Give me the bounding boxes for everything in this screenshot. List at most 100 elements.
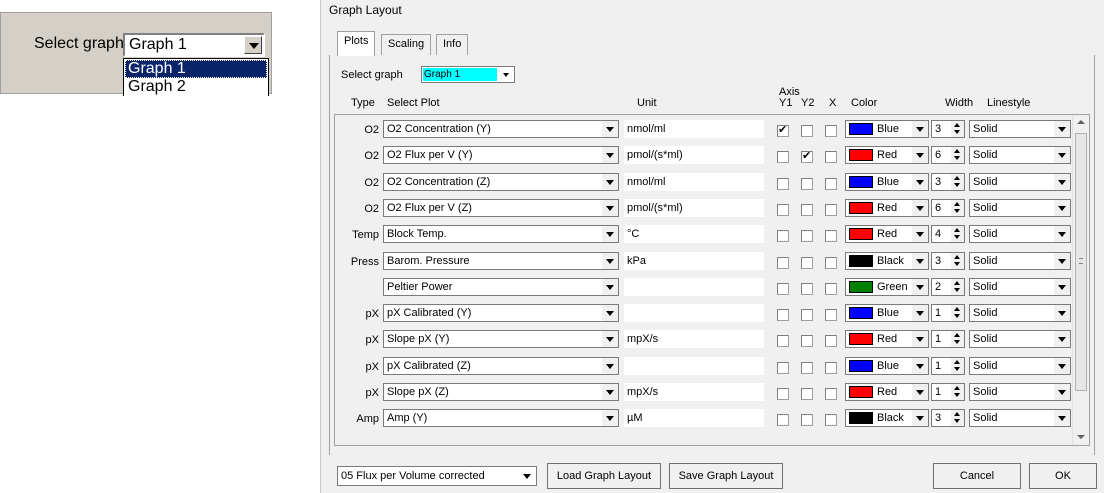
chevron-down-icon[interactable]: [602, 357, 618, 374]
axis-y1-checkbox[interactable]: [777, 151, 789, 164]
axis-x-checkbox[interactable]: [825, 361, 837, 374]
select-plot-dropdown[interactable]: Slope pX (Z): [383, 383, 619, 401]
chevron-down-icon[interactable]: [1054, 199, 1070, 216]
chevron-down-icon[interactable]: [1054, 278, 1070, 295]
axis-x-checkbox[interactable]: [825, 388, 837, 400]
ok-button[interactable]: OK: [1029, 463, 1097, 489]
select-graph-dropdown[interactable]: Graph 1: [123, 33, 265, 57]
chevron-down-icon[interactable]: [912, 173, 928, 190]
axis-y2-checkbox[interactable]: [801, 177, 813, 190]
axis-x-checkbox[interactable]: [825, 125, 837, 137]
chevron-down-icon[interactable]: [912, 252, 928, 269]
color-dropdown[interactable]: Red: [845, 146, 929, 165]
chevron-down-icon[interactable]: [519, 468, 535, 484]
width-spinner[interactable]: 3: [931, 409, 965, 428]
cancel-button[interactable]: Cancel: [933, 463, 1021, 489]
select-plot-dropdown[interactable]: Amp (Y): [383, 409, 619, 428]
chevron-down-icon[interactable]: [1054, 305, 1070, 322]
width-spinner[interactable]: 6: [931, 146, 965, 165]
linestyle-dropdown[interactable]: Solid: [969, 330, 1071, 349]
width-spinner[interactable]: 1: [931, 356, 965, 375]
unit-field[interactable]: pmol/(s*ml): [624, 198, 764, 217]
unit-field[interactable]: pmol/(s*ml): [624, 146, 764, 165]
spinner-arrows-icon[interactable]: [951, 121, 964, 137]
chevron-down-icon[interactable]: [912, 121, 928, 137]
select-plot-dropdown[interactable]: Barom. Pressure: [383, 251, 619, 270]
chevron-down-icon[interactable]: [602, 121, 618, 137]
linestyle-dropdown[interactable]: Solid: [969, 146, 1071, 165]
axis-y1-checkbox[interactable]: [777, 177, 789, 190]
chevron-down-icon[interactable]: [912, 278, 928, 295]
select-graph-dropdown[interactable]: Graph 1: [421, 66, 515, 83]
axis-x-checkbox[interactable]: [825, 335, 837, 348]
unit-field[interactable]: nmol/ml: [624, 172, 764, 191]
color-dropdown[interactable]: Blue: [845, 356, 929, 375]
linestyle-dropdown[interactable]: Solid: [969, 304, 1071, 323]
unit-field[interactable]: [624, 304, 764, 323]
axis-y1-checkbox[interactable]: [777, 123, 789, 137]
axis-y2-checkbox[interactable]: [801, 230, 813, 243]
chevron-down-icon[interactable]: [912, 199, 928, 216]
tab-plots[interactable]: Plots: [337, 31, 376, 56]
chevron-down-icon[interactable]: [1054, 147, 1070, 164]
width-spinner[interactable]: 2: [931, 277, 965, 296]
axis-x-checkbox[interactable]: [825, 414, 837, 427]
unit-field[interactable]: kPa: [624, 251, 764, 270]
axis-y1-checkbox[interactable]: [777, 361, 789, 374]
select-plot-dropdown[interactable]: O2 Flux per V (Z): [383, 198, 619, 217]
axis-x-checkbox[interactable]: [825, 230, 837, 243]
select-plot-dropdown[interactable]: Slope pX (Y): [383, 330, 619, 349]
chevron-down-icon[interactable]: [602, 173, 618, 190]
save-graph-layout-button[interactable]: Save Graph Layout: [669, 463, 783, 489]
load-graph-layout-button[interactable]: Load Graph Layout: [547, 463, 661, 489]
axis-y2-checkbox[interactable]: [801, 361, 813, 374]
axis-y1-checkbox[interactable]: [777, 414, 789, 427]
vertical-scrollbar[interactable]: [1072, 115, 1089, 445]
spinner-arrows-icon[interactable]: [951, 384, 964, 400]
spinner-arrows-icon[interactable]: [951, 173, 964, 190]
axis-y1-checkbox[interactable]: [777, 203, 789, 216]
color-dropdown[interactable]: Green: [845, 277, 929, 296]
unit-field[interactable]: mpX/s: [624, 383, 764, 401]
width-spinner[interactable]: 1: [931, 383, 965, 401]
linestyle-dropdown[interactable]: Solid: [969, 251, 1071, 270]
axis-y2-checkbox[interactable]: [801, 203, 813, 216]
spinner-arrows-icon[interactable]: [951, 305, 964, 322]
unit-field[interactable]: °C: [624, 225, 764, 244]
color-dropdown[interactable]: Blue: [845, 172, 929, 191]
chevron-down-icon[interactable]: [1054, 121, 1070, 137]
linestyle-dropdown[interactable]: Solid: [969, 172, 1071, 191]
axis-x-checkbox[interactable]: [825, 177, 837, 190]
width-spinner[interactable]: 6: [931, 198, 965, 217]
chevron-down-icon[interactable]: [602, 147, 618, 164]
axis-y1-checkbox[interactable]: [777, 388, 789, 400]
width-spinner[interactable]: 1: [931, 330, 965, 349]
chevron-down-icon[interactable]: [602, 199, 618, 216]
spinner-arrows-icon[interactable]: [951, 357, 964, 374]
axis-y2-checkbox[interactable]: [801, 256, 813, 269]
chevron-down-icon[interactable]: [1054, 384, 1070, 400]
color-dropdown[interactable]: Red: [845, 330, 929, 349]
scroll-down-icon[interactable]: [1077, 435, 1085, 439]
axis-y2-checkbox[interactable]: [801, 282, 813, 295]
chevron-down-icon[interactable]: [1054, 357, 1070, 374]
unit-field[interactable]: µM: [624, 409, 764, 428]
axis-y2-checkbox[interactable]: [801, 335, 813, 348]
axis-x-checkbox[interactable]: [825, 256, 837, 269]
chevron-down-icon[interactable]: [912, 305, 928, 322]
chevron-down-icon[interactable]: [244, 36, 262, 54]
layout-preset-dropdown[interactable]: 05 Flux per Volume corrected: [337, 466, 537, 486]
spinner-arrows-icon[interactable]: [951, 147, 964, 164]
unit-field[interactable]: [624, 356, 764, 375]
tab-scaling[interactable]: Scaling: [381, 34, 432, 56]
spinner-arrows-icon[interactable]: [951, 278, 964, 295]
color-dropdown[interactable]: Black: [845, 251, 929, 270]
color-dropdown[interactable]: Blue: [845, 120, 929, 138]
axis-y1-checkbox[interactable]: [777, 282, 789, 295]
chevron-down-icon[interactable]: [602, 305, 618, 322]
color-dropdown[interactable]: Red: [845, 198, 929, 217]
chevron-down-icon[interactable]: [912, 226, 928, 243]
select-plot-dropdown[interactable]: O2 Concentration (Z): [383, 172, 619, 191]
chevron-down-icon[interactable]: [602, 410, 618, 427]
unit-field[interactable]: nmol/ml: [624, 120, 764, 138]
